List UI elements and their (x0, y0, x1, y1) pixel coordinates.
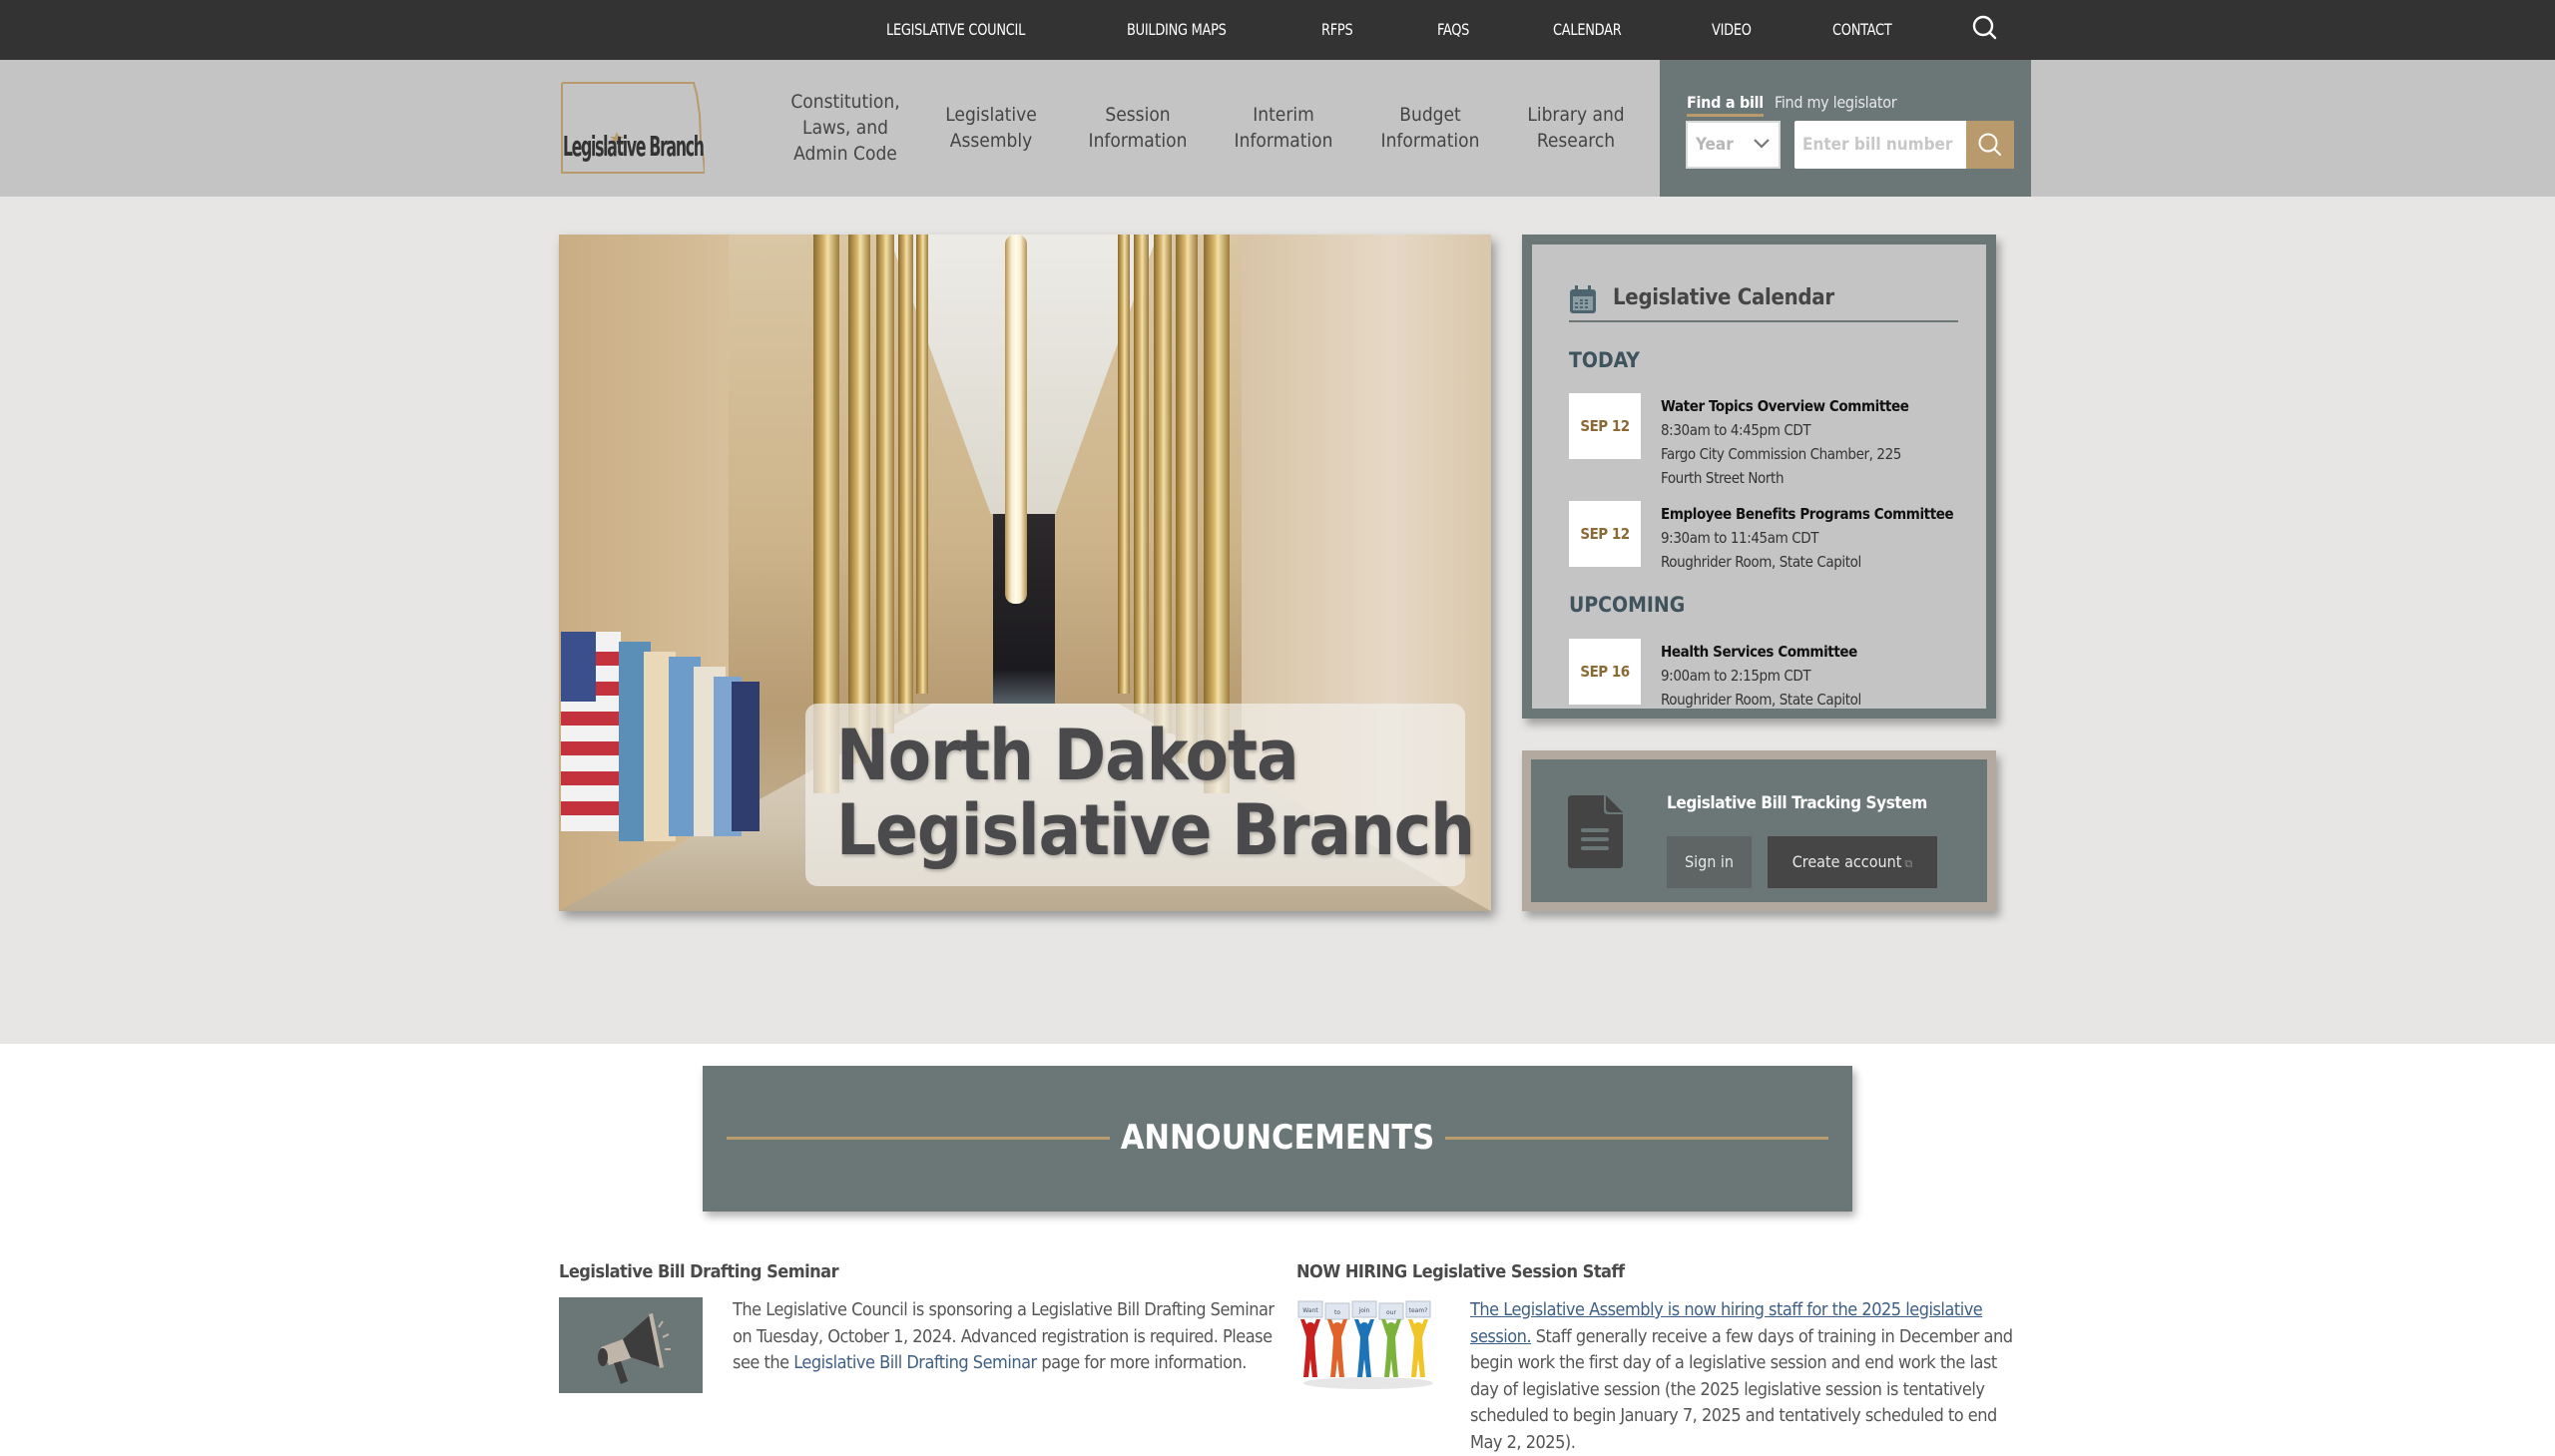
announcement-title: NOW HIRING Legislative Session Staff (1296, 1261, 1625, 1282)
event-location: Fourth Street North (1661, 469, 1785, 487)
bill-search-button[interactable] (1966, 121, 2014, 169)
event-name: Water Topics Overview Committee (1661, 397, 1909, 415)
hero-column (1154, 235, 1172, 733)
nav-label: Research (1536, 130, 1616, 152)
nav-label: Library and (1527, 104, 1625, 126)
divider (1445, 1137, 1828, 1140)
event-location: Fargo City Commission Chamber, 225 (1661, 445, 1901, 463)
nav-label: Information (1234, 130, 1333, 152)
svg-text:team?: team? (1409, 1307, 1428, 1314)
topnav-rfps[interactable]: RFPS (1321, 20, 1353, 39)
event-location: Roughrider Room, State Capitol (1661, 553, 1861, 571)
nav-label: Information (1380, 130, 1480, 152)
event-date: SEP 12 (1569, 393, 1641, 459)
find-bill-panel: Find a bill Find my legislator Year (1660, 60, 2031, 197)
event-date: SEP 16 (1569, 639, 1641, 705)
svg-text:to: to (1334, 1309, 1340, 1316)
nav-session-information[interactable]: Session Information (1063, 102, 1213, 154)
calendar-header: Legislative Calendar (1569, 280, 1958, 322)
calendar-title: Legislative Calendar (1613, 285, 1834, 310)
nav-library-and-research[interactable]: Library and Research (1501, 102, 1651, 154)
hero-title: North Dakota Legislative Branch (836, 715, 1475, 871)
event-time: 8:30am to 4:45pm CDT (1661, 421, 1811, 439)
announcement-body: The Legislative Council is sponsoring a … (733, 1297, 1291, 1377)
announcement-body: The Legislative Assembly is now hiring s… (1470, 1297, 2029, 1456)
nav-label: Interim (1253, 104, 1314, 126)
hero-column (1176, 235, 1198, 763)
event-name: Health Services Committee (1661, 643, 1857, 661)
hero-chandelier (1005, 235, 1027, 604)
search-icon (1972, 15, 1997, 40)
hero-column (1118, 235, 1130, 694)
nav-label: Information (1088, 130, 1188, 152)
tab-find-a-bill[interactable]: Find a bill (1687, 93, 1764, 117)
nav-label: Laws, and (802, 117, 888, 139)
bill-tracking-title: Legislative Bill Tracking System (1667, 793, 1927, 813)
announcements-header: ANNOUNCEMENTS (703, 1066, 1852, 1212)
bill-tracking-panel: Legislative Bill Tracking System Sign in… (1522, 750, 1996, 911)
svg-text:join: join (1358, 1307, 1370, 1314)
event-name: Employee Benefits Programs Committee (1661, 505, 1954, 523)
sign-in-button[interactable]: Sign in (1667, 836, 1752, 888)
svg-text:our: our (1386, 1309, 1396, 1316)
bill-drafting-seminar-link[interactable]: Legislative Bill Drafting Seminar (793, 1352, 1037, 1373)
calendar-section-today: TODAY (1569, 348, 1640, 372)
year-select-value: Year (1696, 135, 1734, 155)
hiring-team-image: Want to join our team? (1296, 1297, 1440, 1393)
calendar-inner: Legislative Calendar TODAY SEP 12 Water … (1532, 244, 1986, 709)
hero-image: North Dakota Legislative Branch (559, 235, 1491, 911)
nav-interim-information[interactable]: Interim Information (1209, 102, 1358, 154)
announcement-text: Staff generally receive a few days of tr… (1470, 1325, 2013, 1453)
utility-bar: LEGISLATIVE COUNCIL BUILDING MAPS RFPS F… (0, 0, 2555, 60)
hero-column (916, 235, 928, 694)
nav-label: Legislative (945, 104, 1037, 126)
create-account-button[interactable]: Create account ⧉ (1768, 836, 1937, 888)
hero-column (848, 235, 870, 763)
legislative-calendar-panel: Legislative Calendar TODAY SEP 12 Water … (1522, 235, 1996, 719)
nav-constitution-laws-admin-code[interactable]: Constitution, Laws, and Admin Code (770, 89, 920, 167)
tab-find-my-legislator[interactable]: Find my legislator (1775, 93, 1897, 112)
event-date: SEP 12 (1569, 501, 1641, 567)
event-time: 9:00am to 2:15pm CDT (1661, 667, 1811, 685)
hero-title-line: Legislative Branch (836, 789, 1475, 871)
flag-icon (732, 682, 760, 831)
nav-budget-information[interactable]: Budget Information (1355, 102, 1505, 154)
logo-text: Legislative Branch (563, 130, 705, 163)
logo[interactable]: Legislative Branch (559, 80, 705, 176)
hero-column (898, 235, 913, 714)
nav-legislative-assembly[interactable]: Legislative Assembly (916, 102, 1066, 154)
event-time: 9:30am to 11:45am CDT (1661, 529, 1819, 547)
bill-number-input[interactable] (1794, 121, 1966, 169)
topnav-faqs[interactable]: FAQS (1437, 20, 1469, 39)
nav-label: Assembly (949, 130, 1033, 152)
topnav-calendar[interactable]: CALENDAR (1553, 20, 1622, 39)
hero-column (876, 235, 894, 733)
nav-label: Budget (1399, 104, 1461, 126)
document-icon (1568, 795, 1623, 868)
nav-label: Session (1105, 104, 1171, 126)
topnav-building-maps[interactable]: BUILDING MAPS (1127, 20, 1227, 39)
topnav-contact[interactable]: CONTACT (1832, 20, 1892, 39)
megaphone-icon (559, 1297, 703, 1393)
chevron-down-icon (1754, 139, 1770, 149)
calendar-section-upcoming: UPCOMING (1569, 593, 1686, 617)
event-location: Roughrider Room, State Capitol (1661, 691, 1861, 709)
site-search-button[interactable] (1971, 14, 1999, 42)
calendar-icon (1570, 285, 1596, 313)
search-icon (1978, 133, 2001, 156)
announcement-text: page for more information. (1036, 1352, 1247, 1373)
year-select[interactable]: Year (1686, 121, 1781, 169)
create-account-label: Create account (1791, 852, 1902, 871)
svg-text:Want: Want (1302, 1307, 1318, 1314)
external-link-icon: ⧉ (1904, 857, 1913, 870)
hero-column (1134, 235, 1149, 714)
topnav-legislative-council[interactable]: LEGISLATIVE COUNCIL (886, 20, 1025, 39)
announcement-title: Legislative Bill Drafting Seminar (559, 1261, 839, 1282)
nav-label: Admin Code (793, 143, 897, 165)
figure-shadow (1303, 1377, 1433, 1389)
topnav-video[interactable]: VIDEO (1712, 20, 1752, 39)
hero-title-line: North Dakota (836, 715, 1299, 796)
nav-label: Constitution, (790, 91, 900, 113)
